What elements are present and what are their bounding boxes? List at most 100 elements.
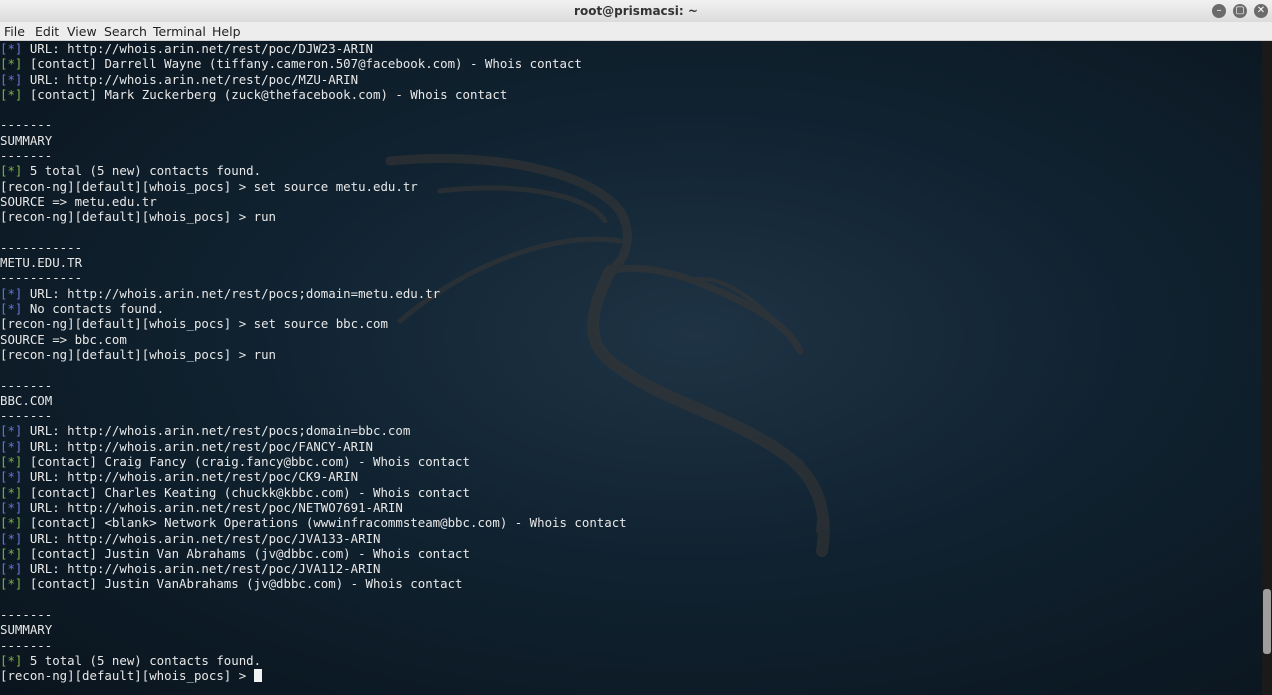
line-text: BBC.COM: [0, 392, 53, 408]
line-text: [recon-ng][default][whois_pocs] > set so…: [0, 178, 418, 194]
terminal-line: -------: [0, 607, 1262, 622]
info-prefix: [*]: [0, 41, 23, 56]
menu-edit[interactable]: Edit: [35, 24, 59, 39]
menu-bar: File Edit View Search Terminal Help: [0, 22, 1272, 41]
menu-help[interactable]: Help: [212, 24, 241, 39]
menu-terminal[interactable]: Terminal: [153, 24, 206, 39]
line-text: [contact] Mark Zuckerberg (zuck@thefaceb…: [22, 86, 508, 102]
terminal-line: [recon-ng][default][whois_pocs] > set so…: [0, 316, 1262, 331]
line-text: [contact] Justin VanAbrahams (jv@dbbc.co…: [22, 576, 463, 592]
line-text: METU.EDU.TR: [0, 255, 83, 271]
terminal-line: -------: [0, 408, 1262, 423]
terminal-line: BBC.COM: [0, 393, 1262, 408]
line-text: SUMMARY: [0, 622, 53, 638]
line-text: URL: http://whois.arin.net/rest/pocs;dom…: [22, 423, 411, 439]
info-prefix: [*]: [0, 438, 23, 454]
line-text: No contacts found.: [22, 301, 165, 317]
terminal-lines: [*] URL: http://whois.arin.net/rest/poc/…: [0, 41, 1262, 683]
maximize-icon[interactable]: ▢: [1233, 4, 1247, 18]
minimize-icon[interactable]: –: [1212, 4, 1226, 18]
line-text: -------: [0, 606, 53, 622]
text-cursor: [253, 669, 262, 683]
terminal-line: SOURCE => bbc.com: [0, 332, 1262, 347]
line-text: 5 total (5 new) contacts found.: [22, 163, 262, 179]
info-prefix: [*]: [0, 530, 23, 546]
menu-view[interactable]: View: [67, 24, 97, 39]
terminal-line: [recon-ng][default][whois_pocs] > set so…: [0, 179, 1262, 194]
terminal-line: [*] [contact] Darrell Wayne (tiffany.cam…: [0, 56, 1262, 71]
terminal-line: [*] 5 total (5 new) contacts found.: [0, 653, 1262, 668]
terminal-line: [*] [contact] <blank> Network Operations…: [0, 515, 1262, 530]
line-text: 5 total (5 new) contacts found.: [22, 652, 262, 668]
line-text: URL: http://whois.arin.net/rest/poc/FANC…: [22, 438, 374, 454]
terminal-line: [*] URL: http://whois.arin.net/rest/poc/…: [0, 439, 1262, 454]
terminal-line: [*] 5 total (5 new) contacts found.: [0, 163, 1262, 178]
info-prefix: [*]: [0, 469, 23, 485]
info-prefix: [*]: [0, 71, 23, 87]
title-bar[interactable]: root@prismacsi: ~ – ▢ ✕: [0, 0, 1272, 23]
success-prefix: [*]: [0, 515, 23, 531]
terminal-line: SOURCE => metu.edu.tr: [0, 194, 1262, 209]
line-text: URL: http://whois.arin.net/rest/poc/MZU-…: [22, 71, 359, 87]
terminal-line: -------: [0, 148, 1262, 163]
line-text: [recon-ng][default][whois_pocs] > run: [0, 346, 277, 362]
terminal-line: [recon-ng][default][whois_pocs] > run: [0, 347, 1262, 362]
terminal-line: [*] URL: http://whois.arin.net/rest/poc/…: [0, 72, 1262, 87]
terminal-output-area[interactable]: [*] URL: http://whois.arin.net/rest/poc/…: [0, 41, 1262, 695]
line-text: [contact] Craig Fancy (craig.fancy@bbc.c…: [22, 454, 470, 470]
terminal-line: SUMMARY: [0, 622, 1262, 637]
line-text: SOURCE => metu.edu.tr: [0, 193, 157, 209]
terminal-window: root@prismacsi: ~ – ▢ ✕ File Edit View S…: [0, 0, 1272, 695]
terminal-line: SUMMARY: [0, 133, 1262, 148]
line-text: [recon-ng][default][whois_pocs] > run: [0, 209, 277, 225]
line-text: URL: http://whois.arin.net/rest/poc/CK9-…: [22, 469, 359, 485]
info-prefix: [*]: [0, 301, 23, 317]
line-text: [contact] Justin Van Abrahams (jv@dbbc.c…: [22, 545, 470, 561]
line-text: -------: [0, 117, 53, 133]
terminal-line: [*] [contact] Justin Van Abrahams (jv@db…: [0, 546, 1262, 561]
terminal-line: [*] URL: http://whois.arin.net/rest/pocs…: [0, 286, 1262, 301]
line-text: SUMMARY: [0, 132, 53, 148]
success-prefix: [*]: [0, 545, 23, 561]
line-text: -----------: [0, 270, 83, 286]
terminal-line: [*] [contact] Charles Keating (chuckk@kb…: [0, 485, 1262, 500]
vertical-scrollbar[interactable]: [1262, 41, 1272, 695]
terminal-line: [recon-ng][default][whois_pocs] >: [0, 668, 1262, 683]
menu-search[interactable]: Search: [104, 24, 147, 39]
terminal-line: [*] URL: http://whois.arin.net/rest/pocs…: [0, 423, 1262, 438]
line-text: URL: http://whois.arin.net/rest/poc/DJW2…: [22, 41, 374, 56]
close-icon[interactable]: ✕: [1254, 4, 1268, 18]
line-text: -------: [0, 148, 53, 164]
info-prefix: [*]: [0, 499, 23, 515]
success-prefix: [*]: [0, 163, 23, 179]
line-text: URL: http://whois.arin.net/rest/poc/NETW…: [22, 499, 403, 515]
terminal-line: -----------: [0, 240, 1262, 255]
line-text: [contact] Darrell Wayne (tiffany.cameron…: [22, 56, 582, 72]
info-prefix: [*]: [0, 423, 23, 439]
line-text: -----------: [0, 239, 83, 255]
line-text: SOURCE => bbc.com: [0, 331, 127, 347]
terminal-line: [*] URL: http://whois.arin.net/rest/poc/…: [0, 469, 1262, 484]
line-text: -------: [0, 408, 53, 424]
menu-file[interactable]: File: [4, 24, 25, 39]
info-prefix: [*]: [0, 561, 23, 577]
terminal-line: [*] URL: http://whois.arin.net/rest/poc/…: [0, 500, 1262, 515]
terminal-line: -------: [0, 638, 1262, 653]
terminal-line: [*] URL: http://whois.arin.net/rest/poc/…: [0, 41, 1262, 56]
line-text: URL: http://whois.arin.net/rest/pocs;dom…: [22, 285, 441, 301]
terminal-line: [recon-ng][default][whois_pocs] > run: [0, 209, 1262, 224]
window-title: root@prismacsi: ~: [574, 4, 698, 18]
terminal-line: METU.EDU.TR: [0, 255, 1262, 270]
terminal-line: [*] URL: http://whois.arin.net/rest/poc/…: [0, 531, 1262, 546]
scrollbar-thumb[interactable]: [1263, 589, 1271, 654]
line-text: URL: http://whois.arin.net/rest/poc/JVA1…: [22, 561, 381, 577]
terminal-line: [*] No contacts found.: [0, 301, 1262, 316]
success-prefix: [*]: [0, 576, 23, 592]
success-prefix: [*]: [0, 56, 23, 72]
terminal-line: -----------: [0, 270, 1262, 285]
line-text: [recon-ng][default][whois_pocs] > set so…: [0, 316, 388, 332]
line-text: [recon-ng][default][whois_pocs] >: [0, 668, 254, 684]
